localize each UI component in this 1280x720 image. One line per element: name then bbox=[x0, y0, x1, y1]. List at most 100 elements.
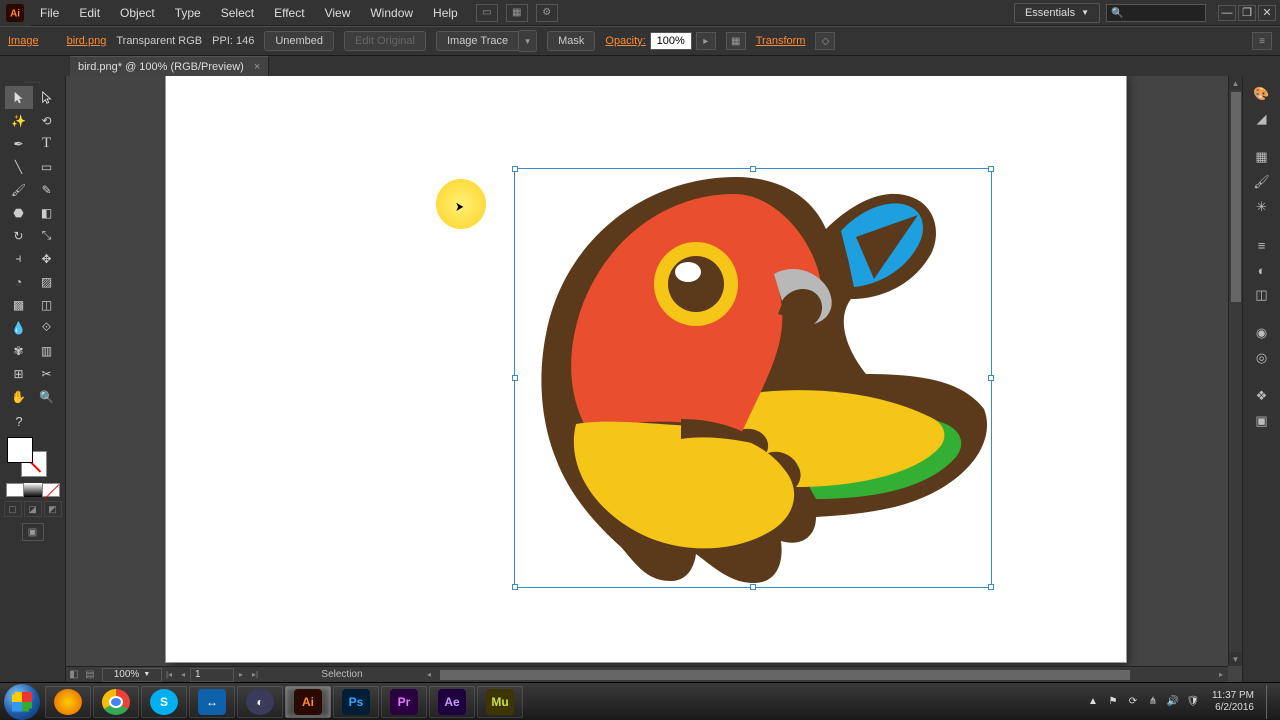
zoom-tool[interactable]: 🔍 bbox=[33, 385, 61, 408]
opacity-value[interactable]: 100% bbox=[650, 32, 692, 50]
control-menu-icon[interactable]: ≡ bbox=[1252, 32, 1272, 50]
help-tool-icon[interactable]: ? bbox=[5, 410, 33, 433]
gpu-icon[interactable]: ⚙ bbox=[536, 4, 558, 22]
hscroll-left-icon[interactable]: ◂ bbox=[422, 668, 436, 682]
pen-tool[interactable]: ✒ bbox=[5, 132, 33, 155]
align-icon[interactable]: ▦ bbox=[726, 32, 746, 50]
artboards-panel-icon[interactable]: ▣ bbox=[1248, 409, 1276, 433]
taskbar-premiere[interactable]: Pr bbox=[381, 686, 427, 718]
menu-file[interactable]: File bbox=[30, 0, 69, 26]
handle-s[interactable] bbox=[750, 584, 756, 590]
opacity-label[interactable]: Opacity: bbox=[605, 35, 645, 47]
transparency-panel-icon[interactable]: ◫ bbox=[1248, 283, 1276, 307]
menu-type[interactable]: Type bbox=[165, 0, 211, 26]
color-guide-icon[interactable]: ◢ bbox=[1248, 107, 1276, 131]
arrange-docs-icon[interactable]: ▦ bbox=[506, 4, 528, 22]
artboard-tool[interactable]: ⊞ bbox=[5, 362, 33, 385]
unembed-button[interactable]: Unembed bbox=[264, 31, 334, 51]
zoom-level[interactable]: 100%▼ bbox=[102, 668, 162, 682]
close-button[interactable]: ✕ bbox=[1258, 5, 1276, 21]
tab-close-icon[interactable]: × bbox=[254, 61, 260, 73]
handle-n[interactable] bbox=[750, 166, 756, 172]
taskbar-teamviewer[interactable]: ↔ bbox=[189, 686, 235, 718]
show-desktop-button[interactable] bbox=[1266, 685, 1276, 719]
edit-original-button[interactable]: Edit Original bbox=[344, 31, 426, 51]
fill-stroke-control[interactable] bbox=[7, 437, 47, 477]
draw-inside-icon[interactable]: ◩ bbox=[44, 501, 62, 517]
eyedropper-tool[interactable]: 💧 bbox=[5, 316, 33, 339]
menu-view[interactable]: View bbox=[315, 0, 361, 26]
mask-button[interactable]: Mask bbox=[547, 31, 595, 51]
handle-w[interactable] bbox=[512, 375, 518, 381]
workspace-switcher[interactable]: Essentials ▼ bbox=[1014, 3, 1100, 23]
transform-link[interactable]: Transform bbox=[756, 35, 806, 47]
hscroll-thumb[interactable] bbox=[440, 670, 1130, 680]
vertical-scrollbar[interactable]: ▲ ▼ bbox=[1228, 76, 1242, 666]
handle-sw[interactable] bbox=[512, 584, 518, 590]
next-artboard-icon[interactable]: ▸ bbox=[234, 668, 248, 682]
color-mode-gradient[interactable] bbox=[24, 483, 42, 497]
stroke-panel-icon[interactable]: ≡ bbox=[1248, 233, 1276, 257]
lasso-tool[interactable]: ⟲ bbox=[33, 109, 61, 132]
blend-tool[interactable]: ⟐ bbox=[33, 316, 61, 339]
brushes-panel-icon[interactable]: 🖌 bbox=[1248, 170, 1276, 194]
tray-volume-icon[interactable]: 🔊 bbox=[1166, 695, 1180, 709]
tray-sync-icon[interactable]: ⟳ bbox=[1126, 695, 1140, 709]
taskbar-photoshop[interactable]: Ps bbox=[333, 686, 379, 718]
last-artboard-icon[interactable]: ▸| bbox=[248, 668, 262, 682]
paintbrush-tool[interactable]: 🖌 bbox=[5, 178, 33, 201]
artboard-number[interactable]: 1 bbox=[190, 668, 234, 682]
first-artboard-icon[interactable]: |◂ bbox=[162, 668, 176, 682]
taskbar-illustrator[interactable]: Ai bbox=[285, 686, 331, 718]
blob-brush-tool[interactable]: ⬣ bbox=[5, 201, 33, 224]
selection-tool[interactable] bbox=[5, 86, 33, 109]
screen-mode-icon[interactable]: ▣ bbox=[22, 523, 44, 541]
hand-tool[interactable]: ✋ bbox=[5, 385, 33, 408]
taskbar-clock[interactable]: 11:37 PM 6/2/2016 bbox=[1212, 690, 1254, 714]
column-graph-tool[interactable]: ▥ bbox=[33, 339, 61, 362]
taskbar-skype[interactable]: S bbox=[141, 686, 187, 718]
draw-behind-icon[interactable]: ◪ bbox=[24, 501, 42, 517]
isolate-icon[interactable]: ◇ bbox=[815, 32, 835, 50]
rectangle-tool[interactable]: ▭ bbox=[33, 155, 61, 178]
menu-effect[interactable]: Effect bbox=[264, 0, 314, 26]
slice-tool[interactable]: ✂ bbox=[33, 362, 61, 385]
width-tool[interactable]: ⫞ bbox=[5, 247, 33, 270]
tray-flag-icon[interactable]: ⚑ bbox=[1106, 695, 1120, 709]
image-trace-dropdown[interactable]: ▼ bbox=[519, 30, 537, 52]
shape-builder-tool[interactable]: ◔ bbox=[5, 270, 33, 293]
tray-up-icon[interactable]: ▲ bbox=[1086, 695, 1100, 709]
tray-network-icon[interactable]: ⋔ bbox=[1146, 695, 1160, 709]
start-button[interactable] bbox=[4, 684, 40, 720]
vscroll-thumb[interactable] bbox=[1231, 92, 1241, 302]
status-icon-1[interactable]: ◧ bbox=[66, 668, 82, 682]
scroll-up-icon[interactable]: ▲ bbox=[1229, 76, 1242, 90]
graphic-styles-icon[interactable]: ◎ bbox=[1248, 346, 1276, 370]
direct-selection-tool[interactable] bbox=[33, 86, 61, 109]
pencil-tool[interactable]: ✎ bbox=[33, 178, 61, 201]
taskbar-app5[interactable]: ◐ bbox=[237, 686, 283, 718]
perspective-grid-tool[interactable]: ▨ bbox=[33, 270, 61, 293]
search-input[interactable]: 🔍 bbox=[1106, 4, 1206, 22]
document-tab[interactable]: bird.png* @ 100% (RGB/Preview) × bbox=[70, 56, 269, 76]
minimize-button[interactable]: — bbox=[1218, 5, 1236, 21]
swatches-panel-icon[interactable]: ▦ bbox=[1248, 145, 1276, 169]
type-tool[interactable]: T bbox=[33, 132, 61, 155]
selection-bounding-box[interactable] bbox=[514, 168, 992, 588]
panel-grip-icon[interactable]: •••••••• bbox=[18, 80, 48, 84]
menu-object[interactable]: Object bbox=[110, 0, 165, 26]
line-tool[interactable]: ╲ bbox=[5, 155, 33, 178]
free-transform-tool[interactable]: ✥ bbox=[33, 247, 61, 270]
color-mode-none[interactable] bbox=[42, 483, 60, 497]
tray-shield-icon[interactable]: 🛡 bbox=[1186, 695, 1200, 709]
taskbar-firefox[interactable] bbox=[45, 686, 91, 718]
handle-se[interactable] bbox=[988, 584, 994, 590]
handle-e[interactable] bbox=[988, 375, 994, 381]
rotate-tool[interactable]: ↻ bbox=[5, 224, 33, 247]
menu-window[interactable]: Window bbox=[360, 0, 423, 26]
appearance-panel-icon[interactable]: ◉ bbox=[1248, 321, 1276, 345]
draw-normal-icon[interactable]: ▢ bbox=[4, 501, 22, 517]
gradient-panel-icon[interactable]: ◐ bbox=[1248, 258, 1276, 282]
symbol-sprayer-tool[interactable]: ✾ bbox=[5, 339, 33, 362]
doc-setup-icon[interactable]: ▭ bbox=[476, 4, 498, 22]
